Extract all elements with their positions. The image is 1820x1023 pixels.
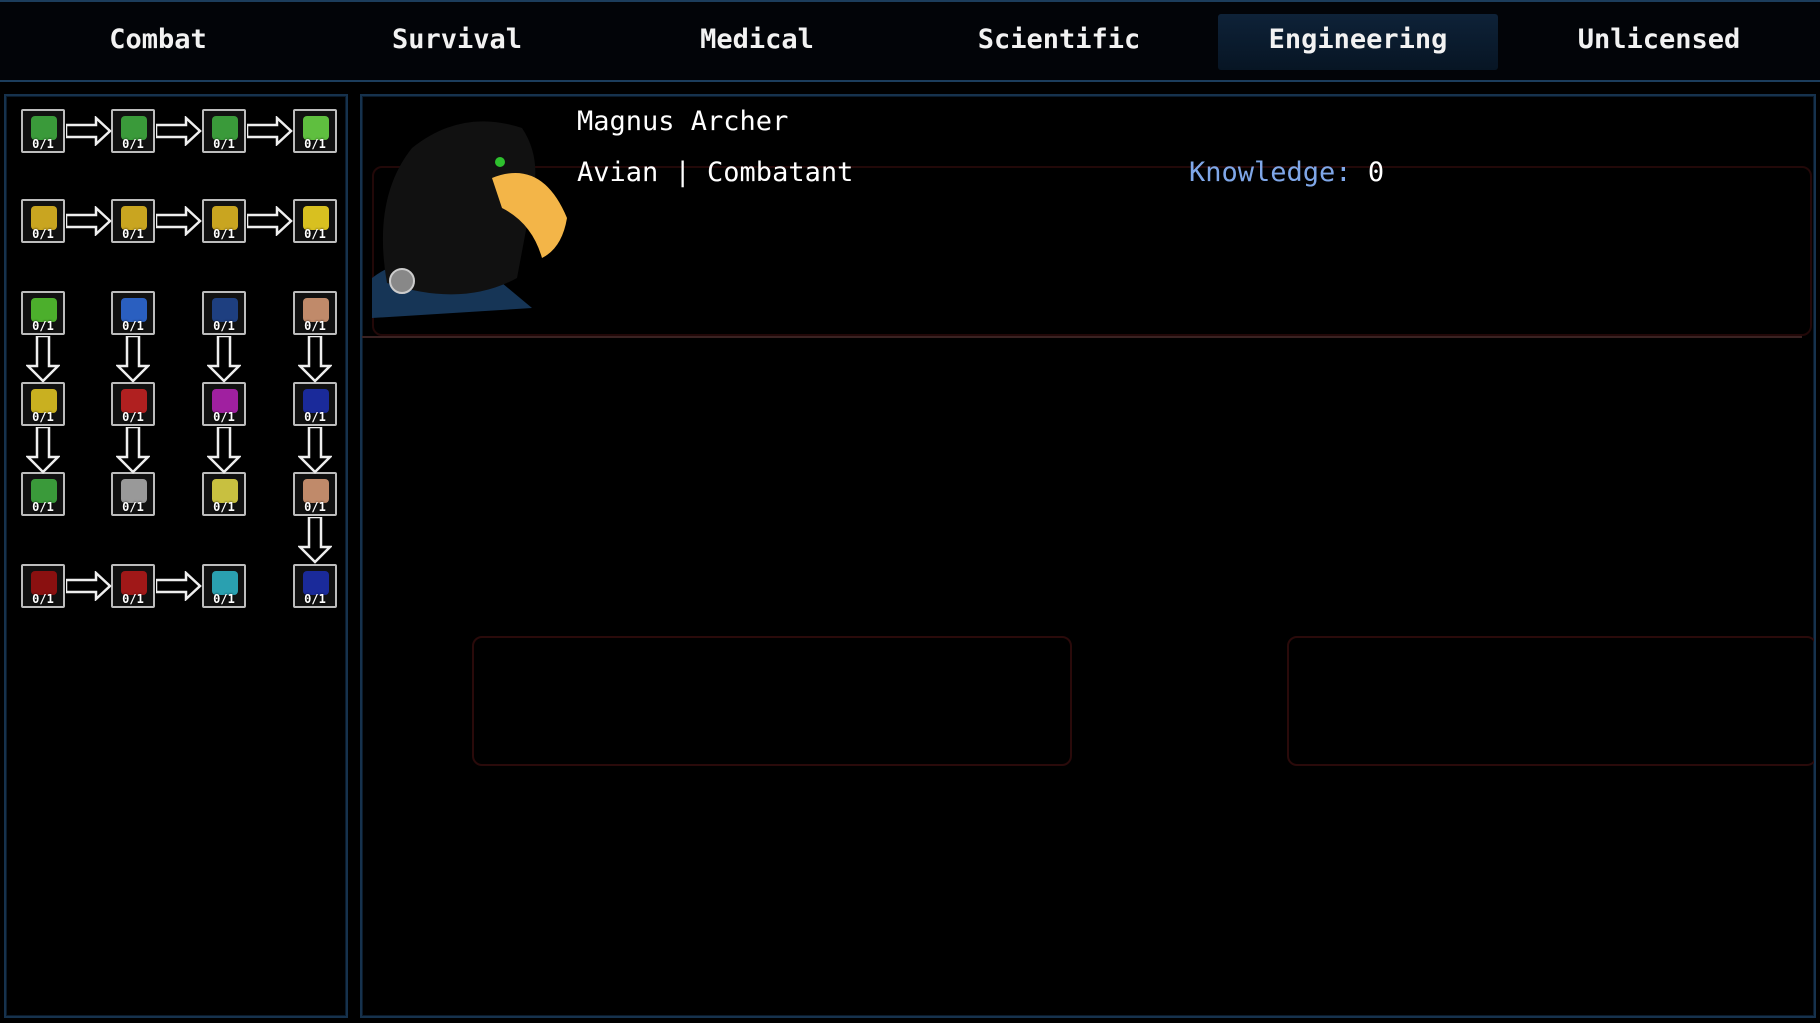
skill-count: 0/1 — [122, 592, 144, 606]
arrow-right-icon — [156, 116, 202, 146]
arrow-right-icon — [66, 571, 112, 601]
character-name: Magnus Archer — [577, 106, 789, 137]
tab-engineering[interactable]: Engineering — [1218, 14, 1498, 70]
arrow-down-icon — [298, 427, 332, 474]
skill-node[interactable]: 0/1 — [21, 382, 65, 426]
skill-node[interactable]: 0/1 — [293, 382, 337, 426]
arrow-down-icon — [26, 336, 60, 383]
skill-node[interactable]: 0/1 — [111, 291, 155, 335]
tab-scientific[interactable]: Scientific — [919, 14, 1199, 70]
knowledge-readout: Knowledge: 0 — [1189, 157, 1384, 188]
tab-unlicensed[interactable]: Unlicensed — [1519, 14, 1799, 70]
skill-node[interactable]: 0/1 — [111, 472, 155, 516]
skill-node[interactable]: 0/1 — [21, 291, 65, 335]
arrow-right-icon — [247, 206, 293, 236]
skill-count: 0/1 — [122, 500, 144, 514]
arrow-down-icon — [207, 336, 241, 383]
arrow-down-icon — [116, 336, 150, 383]
background-console — [1287, 636, 1814, 766]
background-divider — [362, 336, 1802, 338]
skill-tree-panel: 0/1 0/1 0/1 0/1 0/1 0/1 0/1 0/1 0/1 0/1 0/1 0/1 0/1 0… — [4, 94, 348, 1018]
skill-node[interactable]: 0/1 — [111, 564, 155, 608]
skill-count: 0/1 — [213, 227, 235, 241]
skill-node[interactable]: 0/1 — [293, 109, 337, 153]
category-tab-bar: Combat Survival Medical Scientific Engin… — [0, 0, 1820, 82]
skill-count: 0/1 — [304, 410, 326, 424]
skill-node[interactable]: 0/1 — [202, 199, 246, 243]
skill-node[interactable]: 0/1 — [111, 382, 155, 426]
skill-node[interactable]: 0/1 — [293, 472, 337, 516]
character-portrait — [372, 121, 567, 318]
skill-count: 0/1 — [213, 592, 235, 606]
character-species-class: Avian | Combatant — [577, 157, 854, 188]
skill-node[interactable]: 0/1 — [21, 199, 65, 243]
tab-survival[interactable]: Survival — [317, 14, 597, 70]
arrow-down-icon — [298, 517, 332, 564]
arrow-right-icon — [247, 116, 293, 146]
skill-node[interactable]: 0/1 — [111, 199, 155, 243]
skill-count: 0/1 — [304, 227, 326, 241]
skill-count: 0/1 — [122, 227, 144, 241]
skill-count: 0/1 — [213, 410, 235, 424]
arrow-down-icon — [207, 427, 241, 474]
arrow-right-icon — [156, 571, 202, 601]
background-scene — [372, 166, 1812, 336]
skill-count: 0/1 — [32, 592, 54, 606]
background-console — [472, 636, 1072, 766]
knowledge-value: 0 — [1367, 157, 1385, 188]
skill-node[interactable]: 0/1 — [111, 109, 155, 153]
skill-count: 0/1 — [304, 592, 326, 606]
arrow-down-icon — [116, 427, 150, 474]
skill-count: 0/1 — [213, 319, 235, 333]
arrow-down-icon — [298, 336, 332, 383]
arrow-right-icon — [66, 206, 112, 236]
skill-count: 0/1 — [304, 137, 326, 151]
skill-node[interactable]: 0/1 — [202, 291, 246, 335]
skill-count: 0/1 — [32, 410, 54, 424]
skill-count: 0/1 — [32, 319, 54, 333]
skill-count: 0/1 — [122, 319, 144, 333]
skill-node[interactable]: 0/1 — [293, 291, 337, 335]
skill-node[interactable]: 0/1 — [21, 109, 65, 153]
skill-count: 0/1 — [122, 410, 144, 424]
skill-count: 0/1 — [32, 500, 54, 514]
knowledge-label: Knowledge: — [1189, 157, 1352, 188]
arrow-down-icon — [26, 427, 60, 474]
skill-node[interactable]: 0/1 — [293, 199, 337, 243]
skill-count: 0/1 — [213, 137, 235, 151]
skill-node[interactable]: 0/1 — [202, 109, 246, 153]
skill-count: 0/1 — [122, 137, 144, 151]
arrow-right-icon — [66, 116, 112, 146]
skill-count: 0/1 — [304, 319, 326, 333]
character-panel — [360, 94, 1816, 1018]
tab-combat[interactable]: Combat — [18, 14, 298, 70]
skill-count: 0/1 — [32, 227, 54, 241]
skill-node[interactable]: 0/1 — [202, 382, 246, 426]
skill-node[interactable]: 0/1 — [21, 472, 65, 516]
skill-count: 0/1 — [304, 500, 326, 514]
skill-count: 0/1 — [213, 500, 235, 514]
skill-count: 0/1 — [32, 137, 54, 151]
tab-medical[interactable]: Medical — [617, 14, 897, 70]
skill-node[interactable]: 0/1 — [202, 564, 246, 608]
skill-node[interactable]: 0/1 — [202, 472, 246, 516]
skill-node[interactable]: 0/1 — [293, 564, 337, 608]
arrow-right-icon — [156, 206, 202, 236]
skill-node[interactable]: 0/1 — [21, 564, 65, 608]
